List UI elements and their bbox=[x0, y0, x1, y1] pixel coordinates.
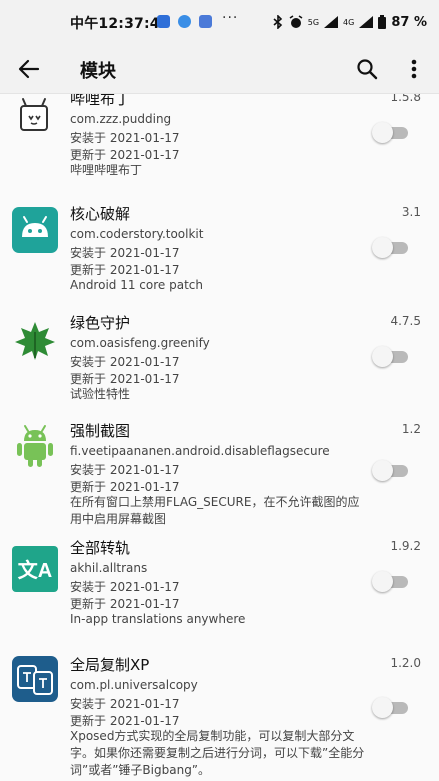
module-enable-toggle[interactable] bbox=[372, 697, 408, 718]
module-description: Xposed方式实现的全局复制功能，可以复制大部分文字。如果你还需要复制之后进行… bbox=[70, 729, 365, 777]
arrow-left-icon bbox=[18, 59, 40, 79]
network-4g-label: 4G bbox=[343, 17, 355, 27]
module-package: com.oasisfeng.greenify bbox=[70, 336, 210, 350]
module-name: 核心破解 bbox=[70, 205, 131, 223]
module-updated-date: 更新于 2021-01-17 bbox=[70, 480, 180, 494]
notification-icon-1 bbox=[157, 15, 170, 28]
module-installed-date: 安装于 2021-01-17 bbox=[70, 355, 180, 369]
more-notifications-icon: ··· bbox=[222, 10, 239, 26]
module-description: In-app translations anywhere bbox=[70, 612, 246, 626]
module-item[interactable]: 全局复制XP com.pl.universalcopy 安装于 2021-01-… bbox=[0, 654, 439, 781]
module-updated-date: 更新于 2021-01-17 bbox=[70, 263, 180, 277]
module-updated-date: 更新于 2021-01-17 bbox=[70, 372, 180, 386]
more-vert-icon bbox=[411, 59, 417, 79]
module-package: com.coderstory.toolkit bbox=[70, 227, 204, 241]
module-package: fi.veetipaananen.android.disableflagsecu… bbox=[70, 444, 330, 458]
page-title: 模块 bbox=[80, 61, 116, 82]
status-bar: 中午12:37:47 ··· 5G 4G 87 % bbox=[0, 0, 439, 44]
notification-icon-2 bbox=[178, 15, 191, 28]
module-installed-date: 安装于 2021-01-17 bbox=[70, 463, 180, 477]
module-version: 4.7.5 bbox=[390, 314, 421, 328]
module-item[interactable]: 核心破解 com.coderstory.toolkit 安装于 2021-01-… bbox=[0, 203, 439, 323]
translate-icon: 文A bbox=[12, 546, 58, 592]
alarm-icon bbox=[289, 15, 303, 28]
signal-icon-2 bbox=[359, 16, 374, 28]
module-package: com.pl.universalcopy bbox=[70, 678, 198, 692]
module-name: 哔哩布丁 bbox=[70, 94, 131, 108]
module-version: 1.5.8 bbox=[390, 94, 421, 104]
module-version: 1.2.0 bbox=[390, 656, 421, 670]
module-enable-toggle[interactable] bbox=[372, 571, 408, 592]
battery-icon bbox=[378, 15, 387, 29]
toggle-thumb bbox=[372, 122, 393, 143]
pudding-icon bbox=[20, 98, 48, 131]
module-updated-date: 更新于 2021-01-17 bbox=[70, 597, 180, 611]
module-version: 1.9.2 bbox=[390, 539, 421, 553]
android-robot-icon bbox=[17, 425, 53, 467]
toggle-thumb bbox=[372, 460, 393, 481]
module-description: 哔哩哔哩布丁 bbox=[70, 163, 143, 177]
status-icons: 5G 4G 87 % bbox=[272, 13, 427, 31]
signal-icon bbox=[324, 16, 339, 28]
module-enable-toggle[interactable] bbox=[372, 346, 408, 367]
module-installed-date: 安装于 2021-01-17 bbox=[70, 697, 180, 711]
module-description: 试验性特性 bbox=[70, 387, 131, 401]
module-item[interactable]: 文A 全部转轨 akhil.alltrans 安装于 2021-01-17 更新… bbox=[0, 539, 439, 666]
module-name: 全局复制XP bbox=[70, 656, 150, 674]
module-version: 1.2 bbox=[401, 422, 421, 436]
module-package: akhil.alltrans bbox=[70, 561, 148, 575]
module-enable-toggle[interactable] bbox=[372, 122, 408, 143]
module-updated-date: 更新于 2021-01-17 bbox=[70, 714, 180, 728]
module-updated-date: 更新于 2021-01-17 bbox=[70, 148, 180, 162]
module-installed-date: 安装于 2021-01-17 bbox=[70, 246, 180, 260]
translate-icon-glyph: 文A bbox=[18, 558, 52, 582]
module-list: 哔哩布丁 com.zzz.pudding 安装于 2021-01-17 更新于 … bbox=[0, 94, 439, 781]
notification-icon-3 bbox=[199, 15, 212, 28]
android-icon bbox=[12, 207, 58, 253]
status-time: 中午12:37:47 bbox=[70, 16, 170, 32]
module-name: 全部转轨 bbox=[70, 539, 131, 557]
module-package: com.zzz.pudding bbox=[70, 112, 172, 126]
back-button[interactable] bbox=[14, 54, 44, 84]
search-button[interactable] bbox=[352, 54, 382, 84]
module-installed-date: 安装于 2021-01-17 bbox=[70, 131, 180, 145]
toggle-thumb bbox=[372, 571, 393, 592]
module-enable-toggle[interactable] bbox=[372, 460, 408, 481]
module-installed-date: 安装于 2021-01-17 bbox=[70, 580, 180, 594]
toggle-thumb bbox=[372, 697, 393, 718]
search-icon bbox=[357, 59, 378, 80]
network-5g-label: 5G bbox=[307, 17, 320, 27]
leaf-icon bbox=[15, 322, 55, 360]
module-enable-toggle[interactable] bbox=[372, 237, 408, 258]
bluetooth-icon bbox=[273, 15, 282, 29]
module-version: 3.1 bbox=[401, 205, 421, 219]
battery-percentage: 87 % bbox=[391, 14, 427, 30]
module-item[interactable]: 强制截图 fi.veetipaananen.android.disablefla… bbox=[0, 420, 439, 545]
more-options-button[interactable] bbox=[399, 54, 429, 84]
copy-icon bbox=[12, 656, 58, 702]
toggle-thumb bbox=[372, 237, 393, 258]
module-item[interactable]: 哔哩布丁 com.zzz.pudding 安装于 2021-01-17 更新于 … bbox=[0, 94, 439, 206]
module-item[interactable]: 绿色守护 com.oasisfeng.greenify 安装于 2021-01-… bbox=[0, 312, 439, 432]
module-name: 强制截图 bbox=[70, 422, 131, 440]
app-bar: 模块 bbox=[0, 44, 439, 94]
module-name: 绿色守护 bbox=[70, 314, 131, 332]
toggle-thumb bbox=[372, 346, 393, 367]
module-description: Android 11 core patch bbox=[70, 278, 203, 292]
module-description: 在所有窗口上禁用FLAG_SECURE，在不允许截图的应用中启用屏幕截图 bbox=[70, 495, 360, 526]
